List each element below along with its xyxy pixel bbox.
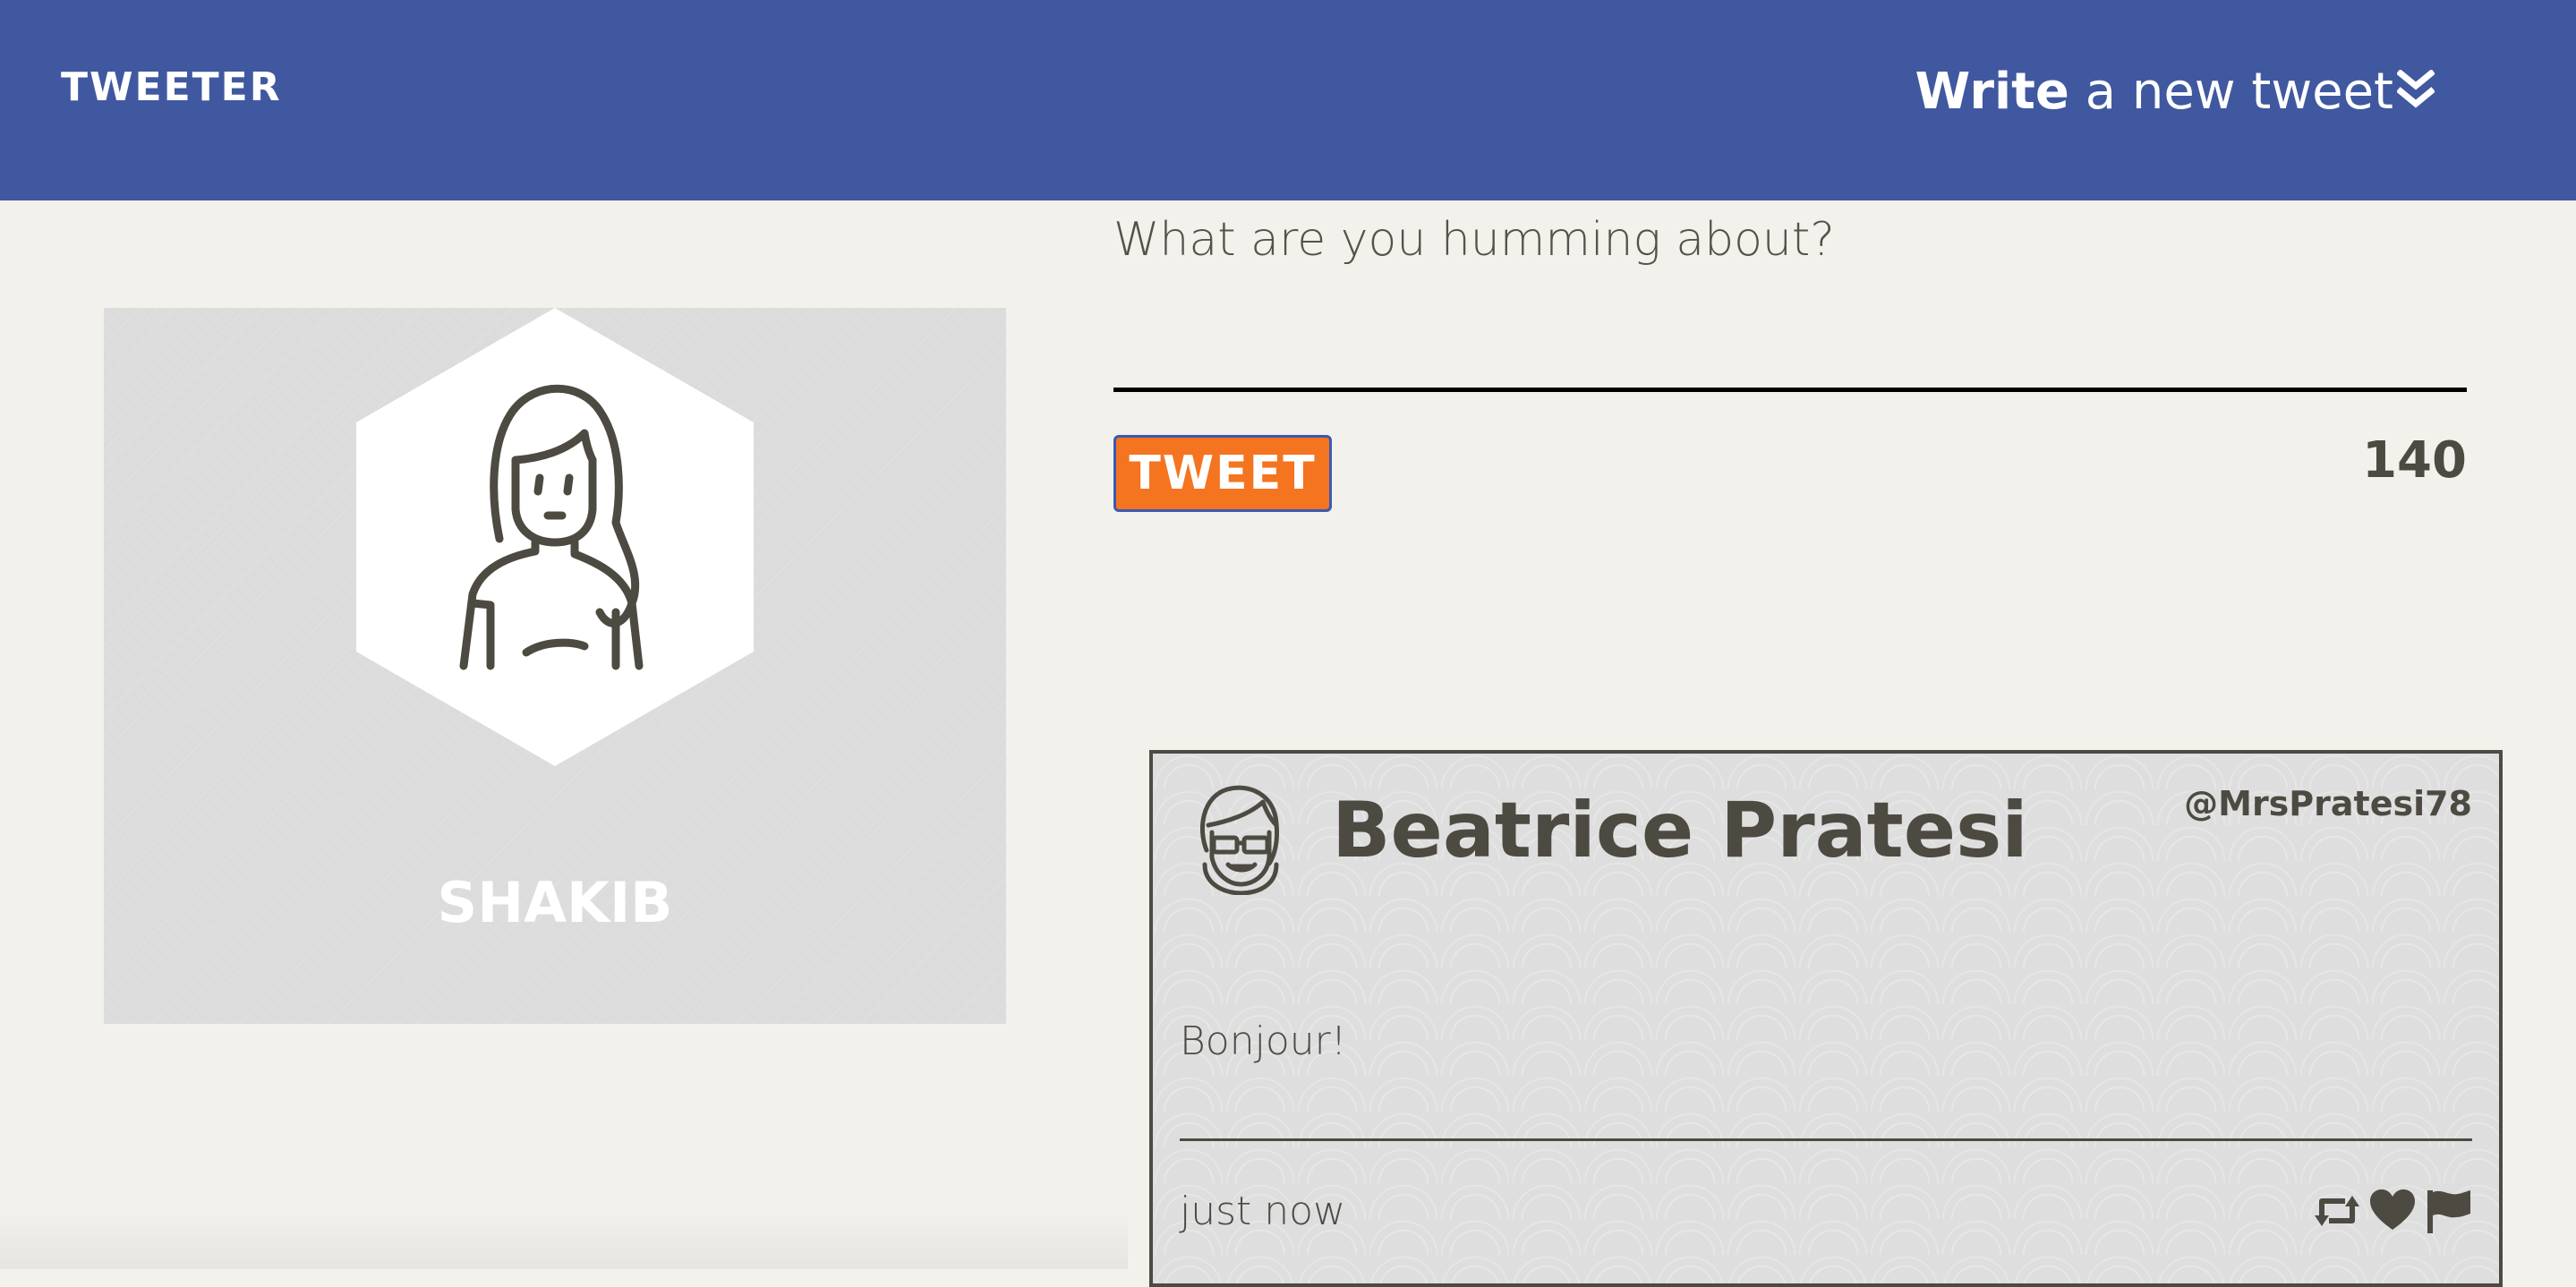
retweet-icon[interactable] <box>2313 1189 2361 1233</box>
write-new-tweet-toggle[interactable]: Write a new tweet <box>1915 63 2435 121</box>
top-nav: TWEETER Write a new tweet <box>0 0 2576 200</box>
profile-name: SHAKIB <box>437 870 673 935</box>
tweet-author-handle[interactable]: @MrsPratesi78 <box>2184 784 2472 823</box>
woman-avatar-icon <box>356 308 754 766</box>
tweet-body: Bonjour! <box>1180 1019 1347 1064</box>
page-bottom-shade <box>0 1208 1128 1269</box>
tweet-author-name[interactable]: Beatrice Pratesi <box>1332 786 2028 875</box>
character-counter: 140 <box>2362 431 2467 490</box>
compose-toggle-bold-text: Write <box>1915 63 2069 121</box>
tweet-button[interactable]: TWEET <box>1113 435 1332 512</box>
flag-icon[interactable] <box>2424 1189 2472 1233</box>
tweet-card: Beatrice Pratesi @MrsPratesi78 Bonjour! … <box>1149 750 2503 1287</box>
profile-card: SHAKIB <box>104 308 1006 1024</box>
tweet-divider <box>1180 1138 2472 1141</box>
heart-icon[interactable] <box>2368 1189 2417 1233</box>
app-logo[interactable]: TWEETER <box>61 64 282 110</box>
double-chevron-down-icon <box>2397 69 2435 108</box>
tweet-timestamp: just now <box>1180 1189 1346 1234</box>
woman-with-glasses-avatar-icon <box>1199 785 1279 895</box>
tweet-actions <box>2313 1189 2472 1233</box>
tweet-text-input[interactable] <box>1113 213 2467 392</box>
compose-toggle-text: a new tweet <box>2068 63 2393 121</box>
